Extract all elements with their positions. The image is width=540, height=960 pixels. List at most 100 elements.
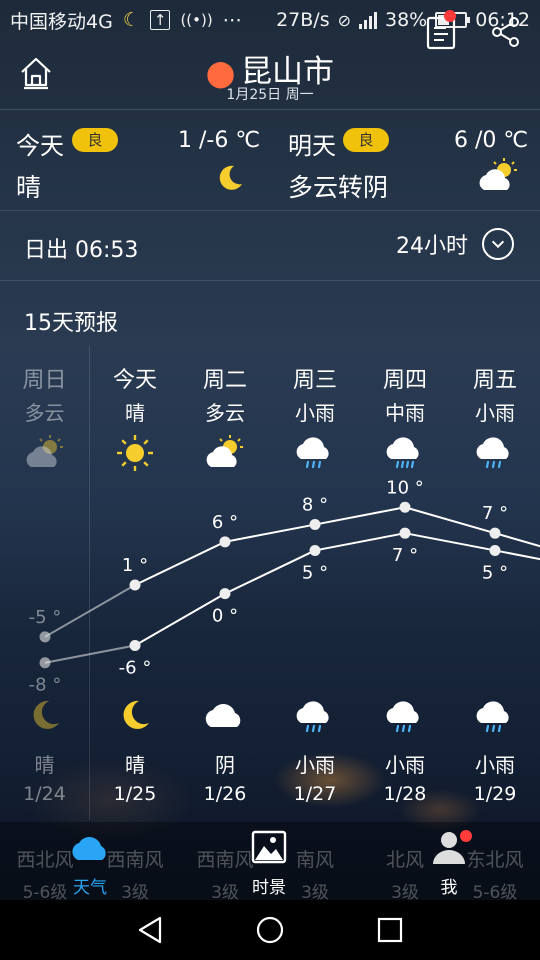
high-temp-point	[129, 579, 141, 591]
forecast-date: 1/26	[203, 783, 247, 805]
high-temp-label: 10 °	[386, 477, 424, 498]
light-rain-icon	[295, 697, 335, 733]
temperature-chart: -5 ° 1 ° 6 ° 8 ° 10 ° 7 ° -8 ° -6 ° 0 ° 5 ° 7 ° 5 °	[29, 477, 540, 696]
low-temp-point	[219, 588, 231, 600]
high-temp-point	[219, 536, 231, 548]
high-temp-line	[134, 540, 226, 586]
weekday-label: 周三	[292, 368, 337, 393]
tomorrow-condition: 多云转阴	[288, 173, 389, 202]
hourly-label: 24小时	[396, 234, 468, 259]
forecast-date: 1/27	[293, 783, 337, 805]
hourly-forecast-button[interactable]: 24小时	[396, 228, 514, 260]
tab-scenery-label: 时景	[252, 878, 286, 898]
tomorrow-label: 明天	[288, 132, 336, 160]
date-subtitle: 1月25日 周一	[226, 87, 314, 103]
day-condition: 小雨	[475, 401, 515, 425]
tab-me[interactable]: 我	[414, 830, 484, 898]
night-condition: 晴	[125, 753, 145, 777]
day-condition: 多云	[205, 401, 245, 425]
tab-weather-label: 天气	[73, 878, 107, 898]
moon-icon	[115, 697, 155, 733]
share-icon[interactable]	[490, 16, 522, 48]
more-status-icon: ⋯	[222, 9, 242, 31]
weekday-label: 今天	[112, 368, 157, 393]
low-temp-label: -6 °	[119, 657, 152, 678]
forecast-title: 15天预报	[24, 311, 118, 336]
high-temp-label: 6 °	[212, 512, 238, 533]
photo-icon	[251, 830, 287, 864]
high-temp-line	[224, 523, 316, 543]
night-condition: 小雨	[385, 753, 425, 777]
forecast-date: 1/28	[383, 783, 427, 805]
day-condition: 中雨	[385, 401, 425, 425]
day-condition: 多云	[24, 401, 65, 425]
hotspot-status-icon: ((•))	[180, 11, 213, 29]
moderate-rain-icon	[385, 433, 425, 473]
forecast-date: 1/24	[23, 783, 66, 805]
upload-status-icon: ↑	[149, 10, 171, 30]
day-condition: 小雨	[295, 401, 335, 425]
light-rain-icon	[475, 697, 515, 733]
today-condition: 晴	[16, 173, 42, 202]
low-temp-label: -8 °	[29, 675, 62, 696]
section-divider	[0, 210, 540, 211]
high-temp-point	[39, 631, 51, 643]
high-temp-label: 1 °	[122, 555, 148, 576]
high-temp-point	[399, 501, 411, 513]
moon-status-icon: ☾	[122, 9, 140, 31]
low-temp-point	[129, 639, 141, 651]
section-divider	[0, 280, 540, 281]
light-rain-icon	[295, 433, 335, 473]
today-label: 今天	[16, 132, 64, 160]
today-aqi-badge[interactable]: 良	[72, 128, 118, 152]
light-rain-icon	[475, 433, 515, 473]
high-temp-line	[494, 532, 540, 548]
back-icon[interactable]	[132, 912, 168, 948]
low-temp-label: 0 °	[212, 606, 238, 627]
partly-cloudy-icon	[479, 158, 517, 190]
news-badge	[444, 10, 456, 22]
notification-badge	[460, 830, 472, 842]
high-temp-point	[489, 527, 501, 539]
tab-scenery[interactable]: 时景	[234, 830, 304, 898]
sun-icon	[115, 433, 155, 473]
forecast-date: 1/25	[113, 783, 157, 805]
night-condition: 阴	[215, 753, 235, 777]
weekday-label: 周五	[472, 368, 517, 393]
battery-percent: 38%	[385, 9, 428, 31]
low-temp-point	[399, 527, 411, 539]
mute-status-icon: ⊘	[337, 10, 351, 30]
high-temp-point	[309, 519, 321, 531]
night-condition: 小雨	[295, 753, 335, 777]
weekday-label: 周四	[382, 368, 427, 393]
low-temp-label: 5 °	[302, 562, 328, 583]
partly-cloudy-icon	[205, 433, 245, 473]
low-temp-label: 7 °	[392, 545, 418, 566]
cloud-icon	[72, 837, 106, 860]
tomorrow-temp: 6 /0 ℃	[454, 128, 529, 153]
header-divider	[0, 109, 540, 110]
sunrise-time: 日出 06:53	[24, 238, 139, 263]
cloud-icon	[205, 697, 245, 733]
low-temp-line	[404, 532, 496, 552]
high-temp-label: 8 °	[302, 495, 328, 516]
moon-icon	[25, 697, 65, 733]
high-temp-label: 7 °	[482, 503, 508, 524]
chevron-down-icon	[482, 228, 514, 260]
partly-cloudy-icon	[25, 433, 65, 473]
weekday-label: 周日	[22, 368, 67, 393]
low-temp-label: 5 °	[482, 562, 508, 583]
weekday-label: 周二	[202, 368, 247, 393]
home-nav-icon[interactable]	[252, 912, 288, 948]
tab-weather[interactable]: 天气	[55, 830, 125, 898]
day-condition: 晴	[125, 401, 145, 425]
tomorrow-aqi-badge[interactable]: 良	[343, 128, 389, 152]
recents-icon[interactable]	[372, 912, 408, 948]
moon-icon	[219, 165, 242, 190]
night-condition: 小雨	[475, 753, 515, 777]
today-temp: 1 /-6 ℃	[178, 128, 261, 153]
low-temp-point	[309, 544, 321, 556]
tab-me-label: 我	[440, 878, 458, 898]
low-temp-point	[39, 657, 51, 669]
low-temp-line	[494, 549, 540, 561]
